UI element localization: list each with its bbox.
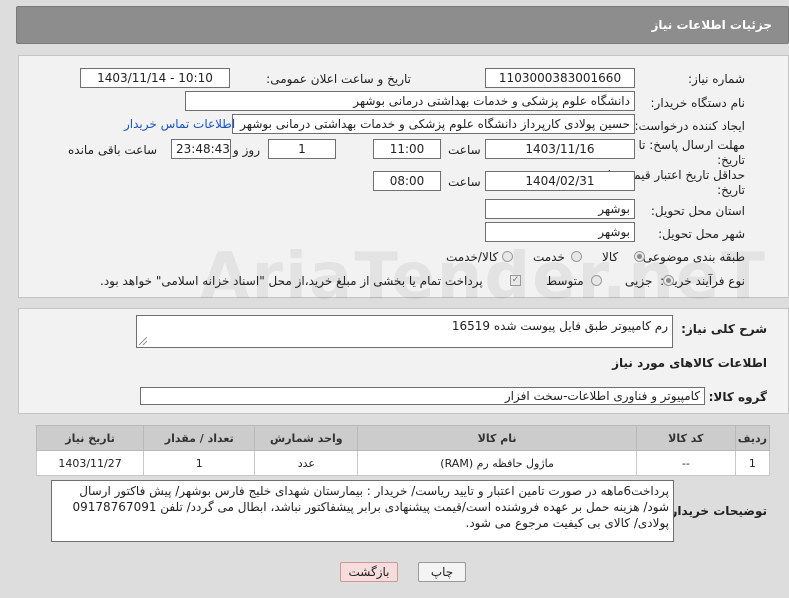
category-option-goods: کالا [602,250,619,264]
category-radio-goods[interactable] [634,251,645,262]
category-radio-service[interactable] [571,251,582,262]
deadline-time-field: 11:00 [373,139,441,159]
need-desc-field: رم کامپیوتر طبق فایل پیوست شده 16519 [136,315,673,348]
creator-label: ایجاد کننده درخواست: [634,119,745,133]
purchase-option-medium: متوسط [546,274,584,288]
treasury-checkbox[interactable]: ✓ [510,275,521,286]
cell-name: ماژول حافظه رم (RAM) [357,450,637,476]
goods-section-title: اطلاعات کالاهای مورد نیاز [612,356,767,370]
table-header-row: ردیف کد کالا نام کالا واحد شمارش تعداد /… [35,425,771,451]
col-unit: واحد شمارش [254,425,359,451]
days-label: روز و [233,143,260,157]
table-row: 1 -- ماژول حافظه رم (RAM) عدد 1 1403/11/… [35,450,771,476]
days-field: 1 [268,139,336,159]
validity-date-field: 1404/02/31 [485,171,635,191]
city-label: شهر محل تحویل: [658,227,745,241]
goods-table: ردیف کد کالا نام کالا واحد شمارش تعداد /… [35,425,771,476]
goods-group-field: کامپیوتر و فناوری اطلاعات-سخت افزار [140,387,705,405]
cell-row: 1 [734,450,771,476]
page-title: جزئیات اطلاعات نیاز [651,18,772,32]
col-row: ردیف [734,425,771,451]
buyer-org-label: نام دستگاه خریدار: [650,96,746,110]
min-validity-date-label: تاریخ: [717,183,745,197]
page-header: جزئیات اطلاعات نیاز [16,6,789,44]
remaining-label: ساعت باقی مانده [68,143,158,157]
province-label: استان محل تحویل: [650,204,745,218]
validity-time-field: 08:00 [373,171,441,191]
print-button[interactable]: چاپ [418,562,466,582]
city-field: بوشهر [485,222,635,242]
col-date: تاریخ نیاز [35,425,145,451]
buyer-org-field: دانشگاه علوم پزشکی و خدمات بهداشتی درمان… [185,91,635,111]
buyer-notes-label: توضیحات خریدار: [665,504,767,518]
deadline-time-label: ساعت [448,143,481,157]
validity-time-label: ساعت [448,175,481,189]
goods-group-label: گروه کالا: [708,390,767,404]
cell-quantity: 1 [143,450,256,476]
buyer-notes-text: پرداخت6ماهه در صورت تامین اعتبار و تایید… [72,484,669,530]
need-desc-label: شرح کلی نیاز: [681,322,767,336]
announce-field: 1403/11/14 - 10:10 [80,68,230,88]
announce-label: تاریخ و ساعت اعلان عمومی: [266,72,411,86]
col-quantity: تعداد / مقدار [143,425,256,451]
buyer-notes-field: پرداخت6ماهه در صورت تامین اعتبار و تایید… [51,480,674,542]
need-number-label: شماره نیاز: [688,72,745,86]
province-field: بوشهر [485,199,635,219]
deadline-date-field: 1403/11/16 [485,139,635,159]
category-option-both: کالا/خدمت [446,250,499,264]
payment-note: پرداخت تمام یا بخشی از مبلغ خرید،از محل … [100,274,483,288]
need-desc-text: رم کامپیوتر طبق فایل پیوست شده 16519 [451,319,668,333]
creator-field: حسین پولادی کارپرداز دانشگاه علوم پزشکی … [232,114,635,134]
cell-unit: عدد [254,450,359,476]
deadline-label: مهلت ارسال پاسخ: تا [638,138,745,152]
category-radio-both[interactable] [502,251,513,262]
purchase-radio-minor[interactable] [663,275,674,286]
category-option-service: خدمت [533,250,565,264]
buyer-contact-link[interactable]: اطلاعات تماس خریدار [124,117,235,131]
need-number-field: 1103000383001660 [485,68,635,88]
purchase-radio-medium[interactable] [591,275,602,286]
back-button[interactable]: بازگشت [340,562,398,582]
cell-date: 1403/11/27 [35,450,145,476]
cell-code: -- [635,450,736,476]
category-label: طبقه بندی موضوعی: [638,250,745,264]
remaining-time-field: 23:48:43 [171,139,231,159]
col-code: کد کالا [635,425,736,451]
purchase-option-minor: جزیی [625,274,653,288]
col-name: نام کالا [357,425,637,451]
deadline-date-label: تاریخ: [717,153,745,167]
resize-handle-icon[interactable] [139,337,147,345]
